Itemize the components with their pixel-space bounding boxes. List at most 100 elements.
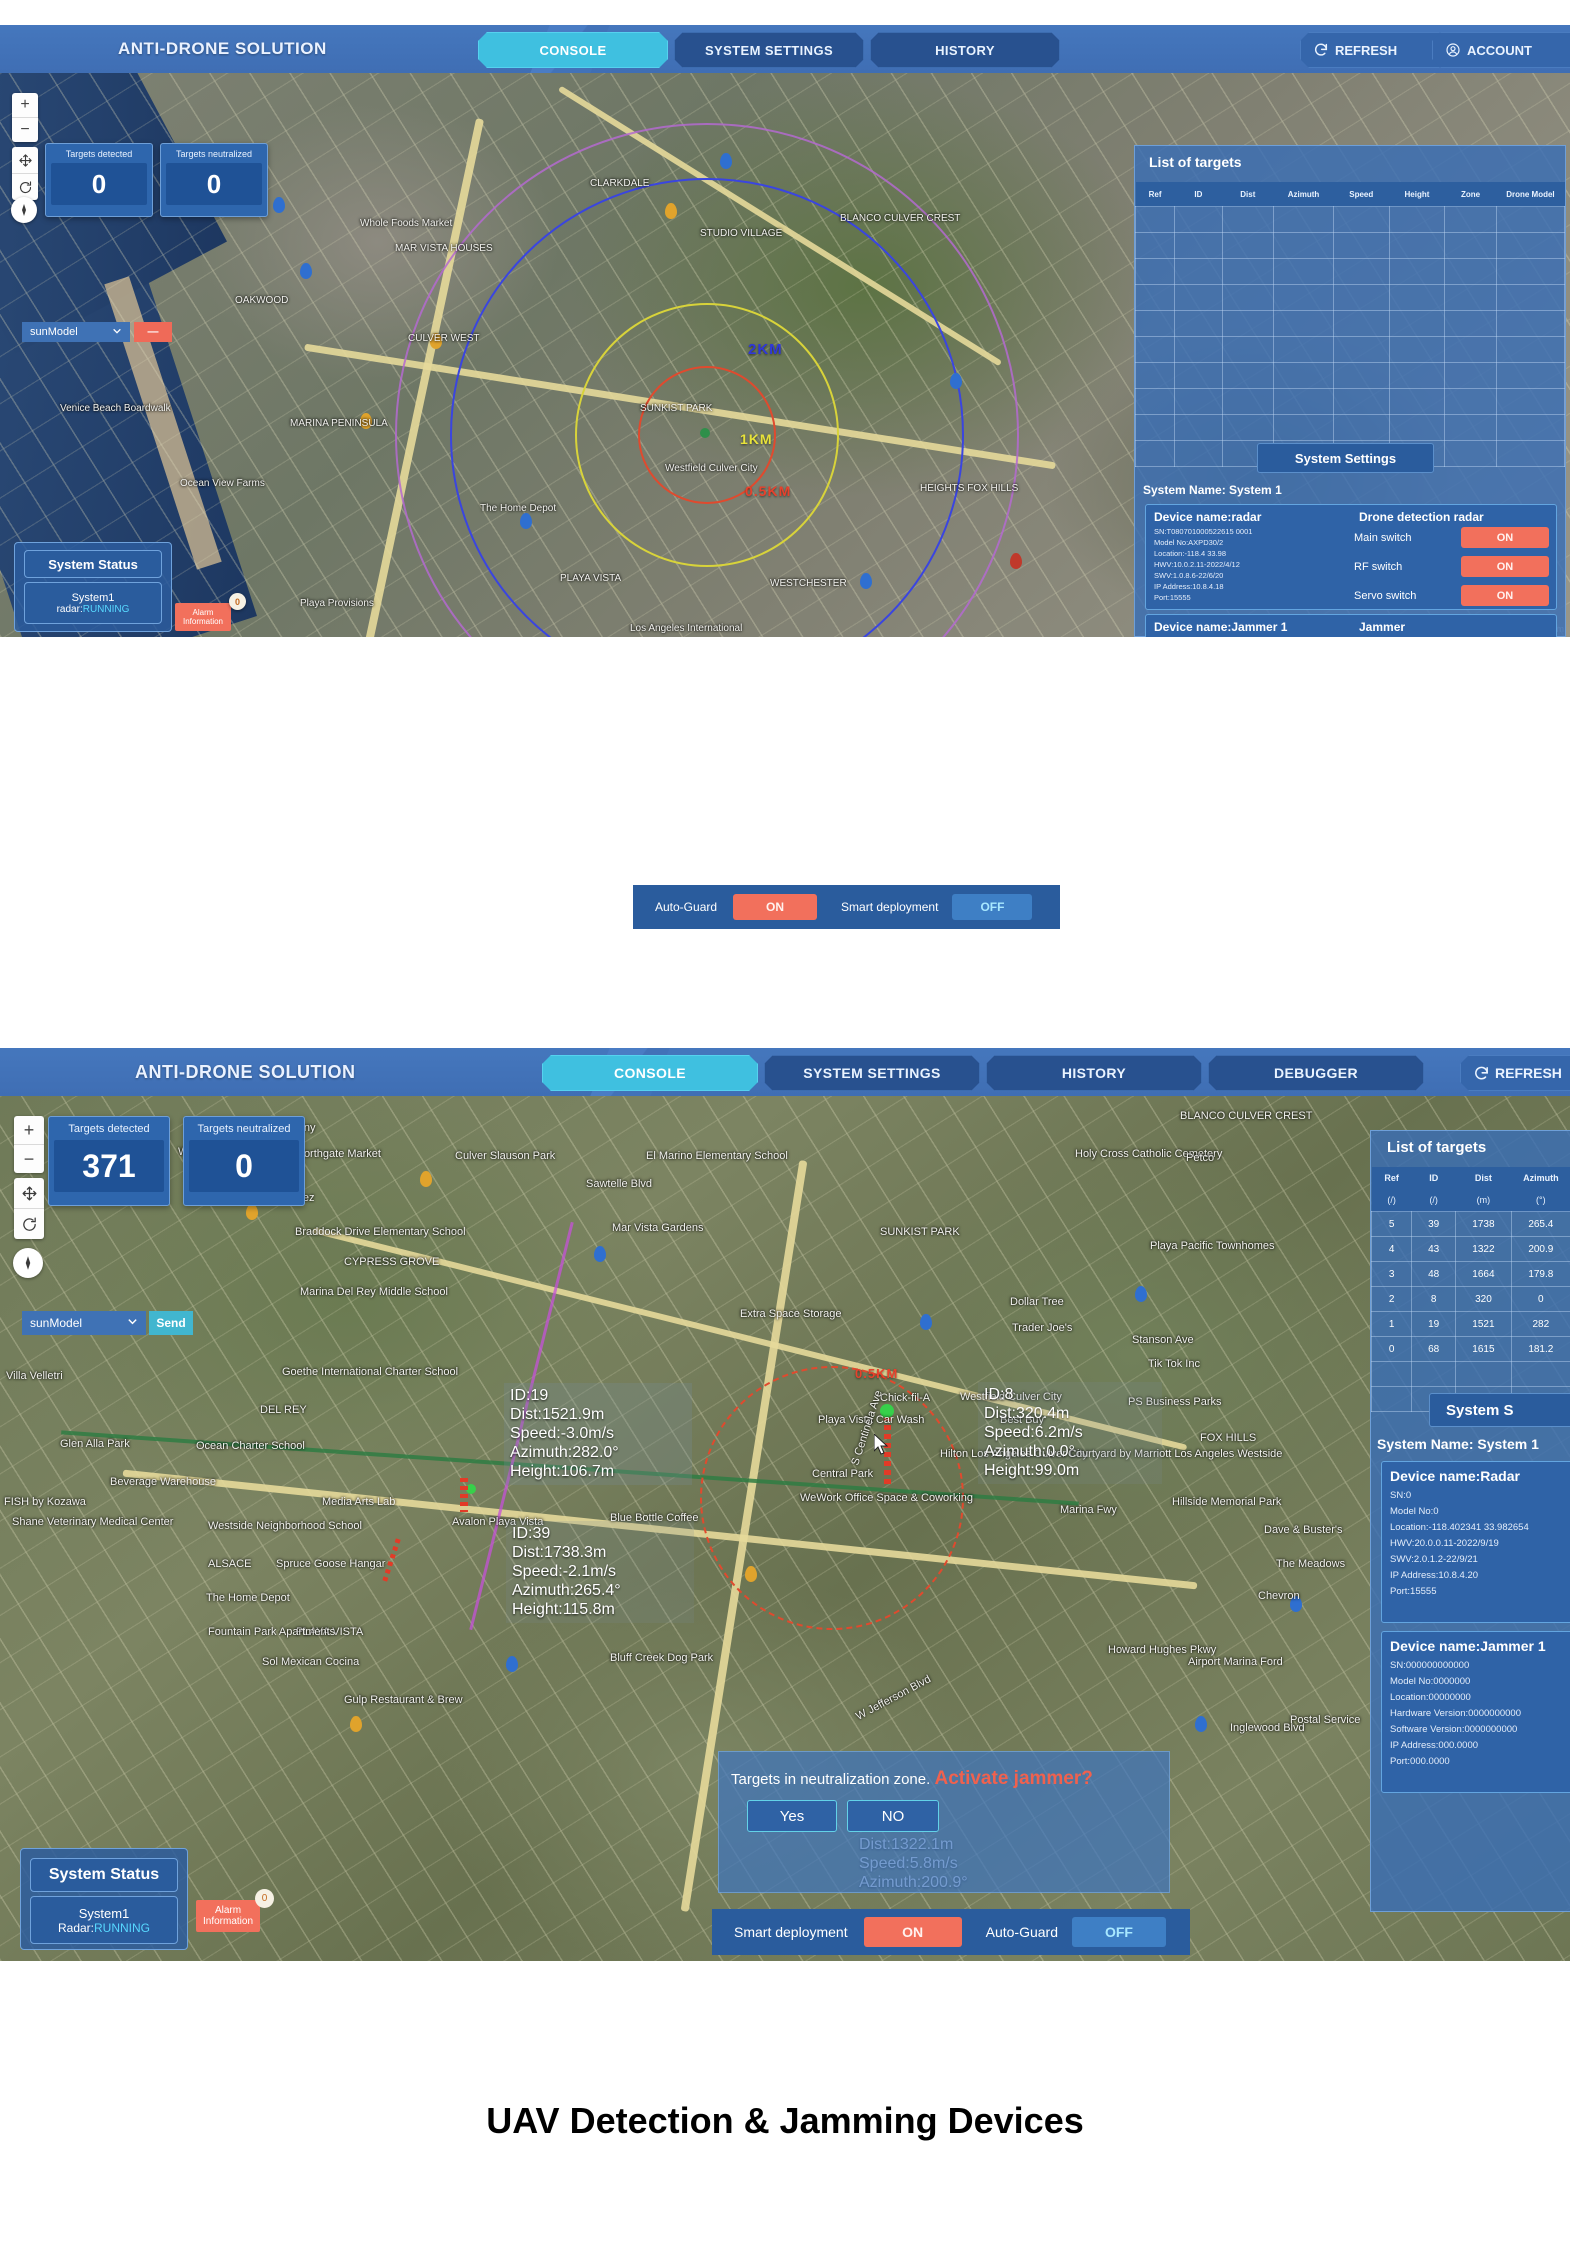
system-status-button[interactable]: System Status	[30, 1858, 178, 1892]
system-settings-button[interactable]: System S	[1429, 1393, 1570, 1427]
table-row[interactable]	[1134, 336, 1566, 363]
dialog-no-button[interactable]: NO	[847, 1800, 939, 1832]
table-row[interactable]	[1134, 310, 1566, 337]
smart-deployment-toggle[interactable]: OFF	[952, 894, 1033, 920]
table-row[interactable]	[1370, 1361, 1570, 1387]
zoom-out-button[interactable]: −	[12, 118, 38, 142]
model-select-value: sunModel	[30, 1316, 83, 1330]
targets-table-wrap[interactable]: Ref ID Dist Azimuth (/) (/) (m) (°) 5 39…	[1370, 1167, 1570, 1412]
account-icon	[1445, 42, 1461, 58]
device-line: IP Address:10.8.4.20	[1390, 1570, 1479, 1581]
model-select-group[interactable]: sunModel —	[22, 322, 172, 342]
map-place-label: Sawtelle Blvd	[586, 1178, 653, 1190]
table-row[interactable]	[1134, 206, 1566, 233]
target-line: Dist:320.4m	[984, 1404, 1070, 1422]
account-button[interactable]: ACCOUNT	[1432, 32, 1570, 68]
auto-guard-toggle[interactable]: ON	[733, 894, 818, 920]
zoom-in-button[interactable]: +	[14, 1116, 44, 1145]
switch-main[interactable]: ON	[1461, 527, 1549, 548]
map-zoom-controls[interactable]: + −	[12, 93, 38, 142]
system-settings-button[interactable]: System Settings	[1257, 443, 1434, 473]
targets-table-wrap[interactable]: Ref ID Dist Azimuth Speed Height Zone Dr…	[1134, 182, 1566, 467]
table-row[interactable]	[1134, 232, 1566, 259]
system-status-box: System1 radar:RUNNING	[24, 582, 162, 624]
zoom-in-button[interactable]: +	[12, 93, 38, 118]
pan-icon[interactable]	[12, 147, 38, 174]
map-place-label: Mar Vista Gardens	[612, 1222, 704, 1234]
tab-system-settings[interactable]: SYSTEM SETTINGS	[674, 32, 864, 68]
col-drone-model: Drone Model	[1496, 182, 1565, 207]
switch-label: Servo switch	[1354, 589, 1417, 602]
target-line: Height:106.7m	[510, 1462, 615, 1480]
switch-servo[interactable]: ON	[1461, 585, 1549, 606]
map-place-label: Chevron	[1258, 1590, 1300, 1602]
map-pin	[300, 263, 312, 279]
switch-rf[interactable]: ON	[1461, 556, 1549, 577]
compass-icon[interactable]	[11, 197, 37, 223]
refresh-button[interactable]: REFRESH	[1460, 1055, 1570, 1091]
table-row[interactable]	[1134, 284, 1566, 311]
tab-history[interactable]: HISTORY	[870, 32, 1060, 68]
table-row[interactable]	[1134, 414, 1566, 441]
map-place-label: Howard Hughes Pkwy	[1108, 1644, 1217, 1656]
table-row[interactable]: 5 39 1738 265.4	[1370, 1211, 1570, 1237]
tab-history[interactable]: HISTORY	[986, 1055, 1202, 1091]
app-header-bottom: ANTI-DRONE SOLUTION CONSOLE SYSTEM SETTI…	[0, 1048, 1570, 1096]
target-info-19: ID:19 Dist:1521.9m Speed:-3.0m/s Azimuth…	[504, 1383, 692, 1486]
alarm-information-button[interactable]: Alarm Information	[196, 1900, 260, 1932]
refresh-button[interactable]: REFRESH	[1300, 32, 1448, 68]
device-card-radar: Device name:Radar SN:0 Model No:0 Locati…	[1381, 1461, 1570, 1623]
table-row[interactable]	[1134, 388, 1566, 415]
pan-icon[interactable]	[14, 1178, 44, 1209]
model-select-group[interactable]: sunModel Send	[22, 1311, 193, 1335]
zoom-out-button[interactable]: −	[14, 1145, 44, 1173]
counter-value: 371	[54, 1140, 164, 1192]
map-pan-controls[interactable]	[14, 1178, 44, 1239]
map-pin	[246, 1204, 258, 1220]
send-button[interactable]: —	[134, 322, 172, 342]
table-row[interactable]: 2 8 320 0	[1370, 1286, 1570, 1312]
map-pan-controls[interactable]	[12, 147, 38, 200]
cell-dist: 1664	[1455, 1261, 1512, 1287]
ring-label-2km: 2KM	[748, 341, 783, 358]
table-row[interactable]: 4 43 1322 200.9	[1370, 1236, 1570, 1262]
tab-system-settings[interactable]: SYSTEM SETTINGS	[764, 1055, 980, 1091]
map-place-label: Airport Marina Ford	[1188, 1656, 1283, 1668]
alarm-information-button[interactable]: Alarm Information	[175, 603, 231, 631]
system-status-button[interactable]: System Status	[24, 550, 162, 578]
map-place-label: FISH by Kozawa	[4, 1496, 86, 1508]
dialog-yes-button[interactable]: Yes	[747, 1800, 837, 1832]
map-place-label: BLANCO CULVER CREST	[840, 213, 961, 224]
device-line: SN:000000000000	[1390, 1660, 1470, 1671]
map-place-label: Postal Service	[1290, 1714, 1361, 1726]
cell-id: 19	[1411, 1311, 1457, 1337]
unit-azimuth: (°)	[1511, 1189, 1570, 1212]
unit-id: (/)	[1411, 1189, 1456, 1212]
map-place-label: Hillside Memorial Park	[1172, 1496, 1282, 1508]
table-row[interactable]	[1134, 258, 1566, 285]
model-select[interactable]: sunModel	[22, 322, 130, 342]
tab-console[interactable]: CONSOLE	[478, 32, 668, 68]
send-button[interactable]: Send	[149, 1311, 193, 1335]
console-window-bottom: 0.5KM Bread Company Washington Blvd Nort…	[0, 1048, 1570, 1961]
status-device-label: Radar:	[57, 1920, 95, 1935]
tab-debugger[interactable]: DEBUGGER	[1208, 1055, 1424, 1091]
map-place-label: WESTCHESTER	[770, 578, 847, 589]
map-pin	[594, 1246, 606, 1262]
device-line: Model No:0	[1390, 1506, 1439, 1517]
table-row[interactable]: 0 68 1615 181.2	[1370, 1336, 1570, 1362]
model-select[interactable]: sunModel	[22, 1311, 146, 1335]
table-row[interactable]: 1 19 1521 282	[1370, 1311, 1570, 1337]
unit-dist: (m)	[1455, 1189, 1512, 1212]
tab-console[interactable]: CONSOLE	[542, 1055, 758, 1091]
dialog-highlight: Activate jammer?	[934, 1768, 1093, 1789]
table-row[interactable]	[1134, 362, 1566, 389]
map-place-label: Northgate Market	[296, 1148, 381, 1160]
table-row[interactable]: 3 48 1664 179.8	[1370, 1261, 1570, 1287]
compass-icon[interactable]	[13, 1248, 43, 1278]
alarm-count-badge: 0	[255, 1889, 274, 1908]
rotate-icon[interactable]	[14, 1209, 44, 1239]
smart-deployment-toggle[interactable]: ON	[863, 1917, 962, 1947]
auto-guard-toggle[interactable]: OFF	[1071, 1917, 1166, 1947]
map-zoom-controls[interactable]: + −	[14, 1116, 44, 1173]
